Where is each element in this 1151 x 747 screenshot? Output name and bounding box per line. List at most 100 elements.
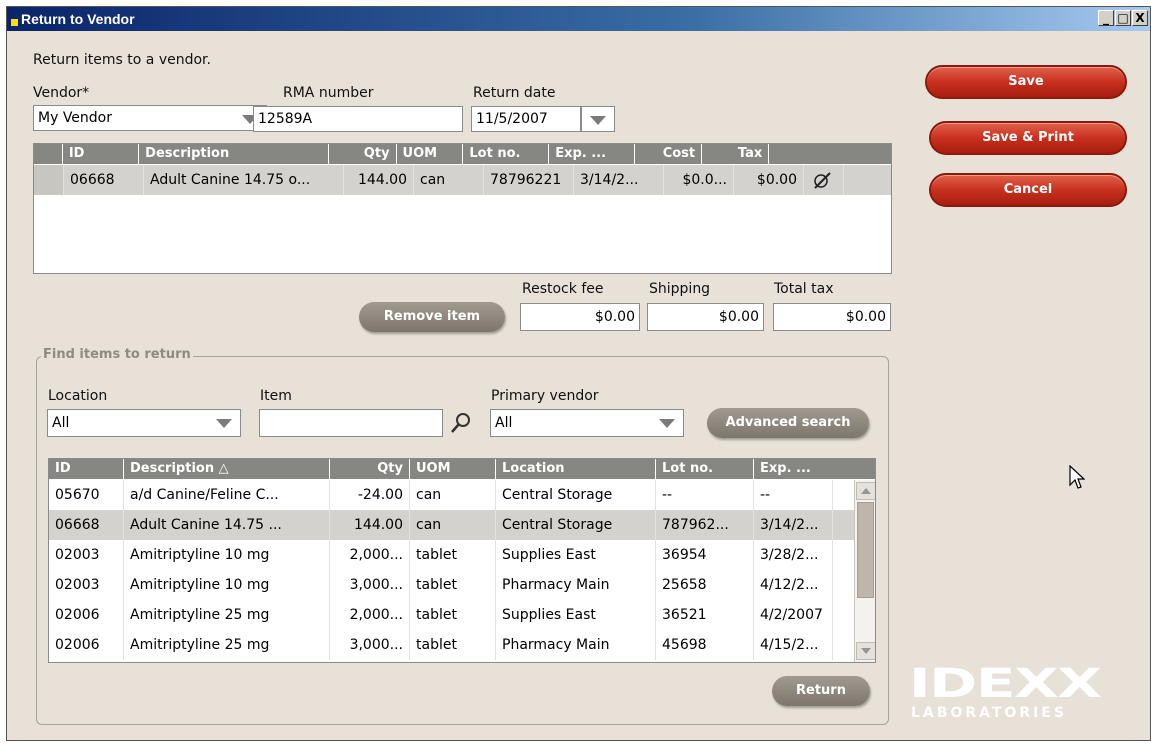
column-header-description[interactable]: Description (139, 144, 330, 164)
primary-vendor-label: Primary vendor (491, 388, 599, 404)
table-row[interactable]: 06668 Adult Canine 14.75 ... 144.00 can Cent… (49, 510, 854, 540)
cell-id: 02006 (49, 630, 124, 660)
scroll-up-button[interactable] (856, 482, 875, 500)
cell-uom: can (410, 480, 496, 510)
column-header-uom[interactable]: UOM (410, 459, 496, 479)
cell-lot: 25658 (656, 570, 754, 600)
find-items-grid[interactable]: ID Description △ Qty UOM Location Lot no… (48, 458, 876, 663)
form-description: Return items to a vendor. (33, 52, 211, 68)
cell-exp: 4/2/2007 (754, 600, 833, 630)
cell-location: Supplies East (496, 600, 656, 630)
column-header-location[interactable]: Location (496, 459, 656, 479)
column-header-cost[interactable]: Cost (635, 144, 703, 164)
cell-lot: 45698 (656, 630, 754, 660)
total-tax-field: $0.00 (773, 303, 891, 331)
cell-description: Amitriptyline 10 mg (124, 540, 330, 570)
remove-item-button[interactable]: Remove item (359, 302, 505, 332)
return-date-input[interactable]: 11/5/2007 (471, 106, 581, 132)
date-picker-button[interactable] (581, 106, 615, 132)
table-row[interactable]: 02003 Amitriptyline 10 mg 2,000... tablet Su… (49, 540, 854, 570)
cell-id: 02006 (49, 600, 124, 630)
primary-vendor-value: All (495, 415, 513, 431)
magnifier-icon[interactable] (449, 411, 473, 435)
cell-qty: 3,000... (330, 630, 410, 660)
return-to-vendor-window: Return to Vendor _ □ X Return items to a… (6, 6, 1151, 741)
location-dropdown[interactable]: All (47, 409, 241, 437)
minimize-button[interactable]: _ (1098, 10, 1114, 26)
cell-uom: can (410, 510, 496, 540)
cancel-button[interactable]: Cancel (929, 173, 1127, 207)
cell-uom: tablet (410, 540, 496, 570)
save-print-button[interactable]: Save & Print (929, 121, 1127, 155)
table-row[interactable]: 02003 Amitriptyline 10 mg 3,000... tablet Ph… (49, 570, 854, 600)
cell-exp: 3/28/2... (754, 540, 833, 570)
cell-id: 02003 (49, 570, 124, 600)
cell-exp: 4/12/2... (754, 570, 833, 600)
restock-fee-input[interactable]: $0.00 (520, 303, 640, 331)
return-date-label: Return date (473, 85, 556, 101)
cell-lot: -- (656, 480, 754, 510)
find-items-legend: Find items to return (41, 347, 193, 362)
column-header-tax[interactable]: Tax (702, 144, 770, 164)
cell-location: Pharmacy Main (496, 630, 656, 660)
chevron-down-icon (659, 419, 675, 428)
idexx-logo-subtitle: LABORATORIES (911, 705, 1067, 721)
cell-id: 06668 (49, 510, 124, 540)
item-search-input[interactable] (259, 409, 443, 437)
row-selector[interactable] (34, 165, 64, 195)
column-header-lot[interactable]: Lot no. (463, 144, 550, 164)
grid-header: ID Description Qty UOM Lot no. Exp. ... … (34, 144, 891, 164)
table-row[interactable]: 02006 Amitriptyline 25 mg 2,000... tablet Su… (49, 600, 854, 630)
cell-qty: 2,000... (330, 540, 410, 570)
cell-qty: 144.00 (344, 165, 414, 195)
cell-qty: 3,000... (330, 570, 410, 600)
rma-label: RMA number (283, 85, 374, 101)
save-button[interactable]: Save (925, 65, 1127, 99)
column-header-qty[interactable]: Qty (329, 144, 397, 164)
cell-description: Amitriptyline 25 mg (124, 600, 330, 630)
column-header-description[interactable]: Description △ (124, 459, 330, 479)
chevron-down-icon (216, 419, 232, 428)
cell-description: Adult Canine 14.75 ... (124, 510, 330, 540)
cell-id: 02003 (49, 540, 124, 570)
column-header-lot[interactable]: Lot no. (656, 459, 754, 479)
column-header-id[interactable]: ID (49, 459, 124, 479)
column-header-exp[interactable]: Exp. ... (754, 459, 855, 479)
cell-lot: 787962... (656, 510, 754, 540)
advanced-search-button[interactable]: Advanced search (707, 408, 869, 438)
item-label: Item (260, 388, 292, 404)
column-header-uom[interactable]: UOM (397, 144, 464, 164)
scroll-thumb[interactable] (857, 502, 874, 598)
table-row[interactable]: 05670 a/d Canine/Feline C... -24.00 can Cent… (49, 480, 854, 510)
close-button[interactable]: X (1132, 10, 1148, 26)
column-header-qty[interactable]: Qty (330, 459, 410, 479)
vertical-scrollbar[interactable] (854, 480, 875, 662)
cell-exp: 3/14/2... (754, 510, 833, 540)
restock-fee-label: Restock fee (522, 281, 604, 297)
return-button[interactable]: Return (772, 676, 870, 706)
maximize-button[interactable]: □ (1115, 10, 1131, 26)
edit-icon[interactable] (804, 165, 844, 195)
cell-description: Adult Canine 14.75 o... (144, 165, 344, 195)
cell-lot: 78796221 (484, 165, 574, 195)
shipping-input[interactable]: $0.00 (647, 303, 764, 331)
cell-id: 05670 (49, 480, 124, 510)
cell-uom: tablet (410, 600, 496, 630)
vendor-label: Vendor* (33, 85, 90, 101)
column-header-exp[interactable]: Exp. ... (549, 144, 635, 164)
scroll-down-button[interactable] (856, 642, 875, 660)
column-header-id[interactable]: ID (63, 144, 140, 164)
rma-number-input[interactable]: 12589A (253, 106, 463, 132)
table-row[interactable]: 02006 Amitriptyline 25 mg 3,000... tablet Ph… (49, 630, 854, 660)
cell-location: Supplies East (496, 540, 656, 570)
app-icon (11, 19, 18, 26)
return-items-grid[interactable]: ID Description Qty UOM Lot no. Exp. ... … (33, 143, 892, 274)
grid-header: ID Description △ Qty UOM Location Lot no… (49, 459, 875, 479)
cell-cost: $0.0... (664, 165, 734, 195)
table-row[interactable]: 06668 Adult Canine 14.75 o... 144.00 can… (34, 165, 891, 195)
vendor-dropdown[interactable]: My Vendor (33, 105, 267, 131)
title-bar[interactable]: Return to Vendor _ □ X (7, 7, 1150, 31)
primary-vendor-dropdown[interactable]: All (490, 409, 684, 437)
shipping-label: Shipping (649, 281, 711, 297)
cell-exp: -- (754, 480, 833, 510)
